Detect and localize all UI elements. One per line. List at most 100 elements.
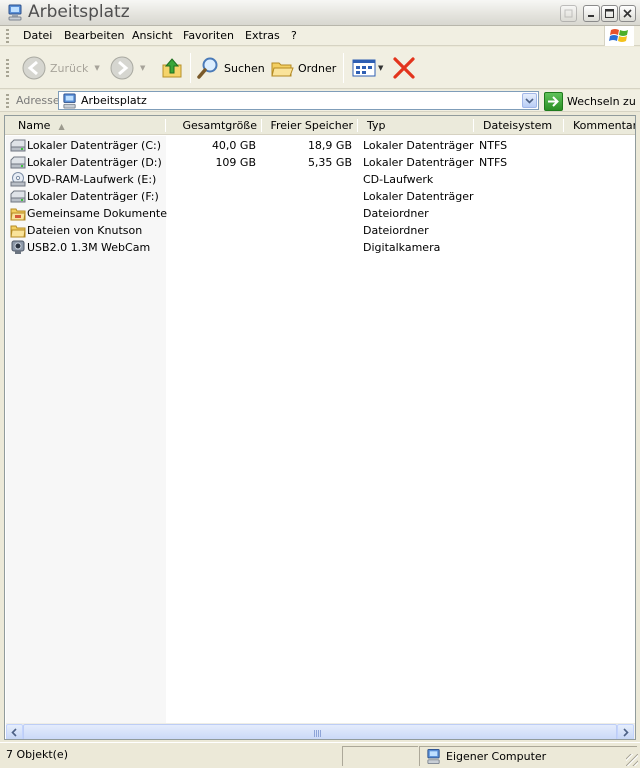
item-free: 18,9 GB [307, 139, 352, 152]
forward-button[interactable]: ▼ [110, 47, 145, 89]
minimize-button[interactable] [583, 5, 600, 22]
chevron-right-icon [623, 728, 629, 737]
status-zone-panel: Eigener Computer [419, 746, 637, 766]
status-zone-label: Eigener Computer [446, 750, 547, 763]
column-divider[interactable] [261, 119, 262, 132]
go-button[interactable]: Wechseln zu [544, 91, 636, 111]
maximize-button[interactable] [601, 5, 618, 22]
forward-arrow-icon [110, 56, 134, 80]
restore-disabled-icon [564, 9, 573, 18]
back-arrow-icon [22, 56, 46, 80]
menu-ansicht[interactable]: Ansicht [132, 29, 173, 42]
item-name: Lokaler Datenträger (F:) [27, 190, 159, 203]
address-bar: Adresse Arbeitsplatz Wechseln zu [0, 90, 640, 112]
back-dropdown-icon[interactable]: ▼ [94, 64, 99, 72]
drive-icon [10, 139, 26, 152]
menu-favoriten[interactable]: Favoriten [183, 29, 234, 42]
dvd-drive-icon [10, 172, 26, 187]
sort-ascending-icon: ▲ [58, 122, 65, 131]
folders-button[interactable]: Ordner [270, 47, 336, 89]
item-name: Gemeinsame Dokumente [27, 207, 167, 220]
address-dropdown-button[interactable] [522, 93, 537, 108]
search-label: Suchen [224, 61, 265, 75]
list-item[interactable]: Gemeinsame Dokumente Dateiordner [5, 205, 635, 222]
item-type: Lokaler Datenträger [363, 139, 474, 152]
maximize-icon [605, 9, 614, 18]
menu-help[interactable]: ? [291, 29, 297, 42]
list-item[interactable]: USB2.0 1.3M WebCam Digitalkamera [5, 239, 635, 256]
list-item[interactable]: DVD-RAM-Laufwerk (E:) CD-Laufwerk [5, 171, 635, 188]
column-header-filesystem[interactable]: Dateisystem [483, 116, 552, 135]
list-item[interactable]: Lokaler Datenträger (D:) 109 GB 5,35 GB … [5, 154, 635, 171]
back-button[interactable]: Zurück ▼ [22, 47, 100, 89]
item-type: Dateiordner [363, 224, 429, 237]
item-size: 109 GB [215, 156, 256, 169]
address-grip[interactable] [6, 94, 9, 108]
scroll-right-button[interactable] [617, 724, 634, 739]
menu-datei[interactable]: Datei [23, 29, 52, 42]
folder-up-icon [162, 58, 182, 78]
item-name: Lokaler Datenträger (C:) [27, 139, 162, 152]
delete-button[interactable] [392, 47, 416, 89]
column-divider[interactable] [165, 119, 166, 132]
column-divider[interactable] [473, 119, 474, 132]
horizontal-scrollbar[interactable] [6, 723, 635, 739]
drive-icon [10, 156, 26, 169]
column-header-comments[interactable]: Kommentare [573, 116, 635, 135]
menu-extras[interactable]: Extras [245, 29, 280, 42]
menu-grip[interactable] [6, 29, 9, 43]
go-arrow-icon [544, 91, 563, 111]
close-icon [623, 9, 632, 18]
chevron-left-icon [11, 728, 17, 737]
item-name: Dateien von Knutson [27, 224, 143, 237]
item-filesystem: NTFS [479, 139, 508, 152]
item-type: CD-Laufwerk [363, 173, 434, 186]
status-bar: 7 Objekt(e) Eigener Computer [0, 742, 640, 768]
toolbar-separator [343, 53, 344, 83]
shared-folder-icon [10, 208, 26, 221]
item-type: Lokaler Datenträger [363, 190, 474, 203]
address-field[interactable]: Arbeitsplatz [58, 91, 539, 110]
item-free: 5,35 GB [307, 156, 352, 169]
webcam-icon [11, 240, 25, 254]
views-dropdown-icon[interactable]: ▼ [378, 64, 383, 72]
views-button[interactable]: ▼ [352, 47, 383, 89]
toolbar-grip[interactable] [6, 59, 9, 77]
item-name: USB2.0 1.3M WebCam [27, 241, 151, 254]
folder-icon [10, 225, 26, 238]
list-item[interactable]: Lokaler Datenträger (F:) Lokaler Datentr… [5, 188, 635, 205]
column-header-type[interactable]: Typ [367, 116, 386, 135]
column-label: Name [18, 119, 51, 132]
item-name: Lokaler Datenträger (D:) [27, 156, 162, 169]
thumb-grip [314, 730, 322, 737]
close-button[interactable] [619, 5, 636, 22]
folders-label: Ordner [298, 61, 337, 75]
forward-dropdown-icon[interactable]: ▼ [140, 64, 145, 72]
scroll-left-button[interactable] [6, 724, 23, 739]
list-item[interactable]: Lokaler Datenträger (C:) 40,0 GB 18,9 GB… [5, 137, 635, 154]
item-name: DVD-RAM-Laufwerk (E:) [27, 173, 157, 186]
column-header-free[interactable]: Freier Speicher [264, 116, 353, 135]
search-icon [197, 57, 218, 79]
my-computer-icon [8, 4, 22, 21]
list-item[interactable]: Dateien von Knutson Dateiordner [5, 222, 635, 239]
column-header-size[interactable]: Gesamtgröße [168, 116, 257, 135]
title-bar[interactable]: Arbeitsplatz [0, 0, 640, 26]
up-folder-button[interactable] [160, 47, 184, 89]
search-button[interactable]: Suchen [196, 47, 265, 89]
window-title: Arbeitsplatz [28, 2, 130, 22]
column-header-name[interactable]: Name ▲ [18, 116, 65, 135]
folders-icon [271, 62, 294, 77]
scroll-thumb[interactable] [23, 724, 617, 739]
column-divider[interactable] [357, 119, 358, 132]
column-divider[interactable] [563, 119, 564, 132]
address-label: Adresse [16, 94, 60, 107]
menu-bearbeiten[interactable]: Bearbeiten [64, 29, 124, 42]
resize-grip[interactable] [626, 754, 638, 766]
chevron-down-icon [525, 98, 534, 104]
item-type: Lokaler Datenträger [363, 156, 474, 169]
windows-logo [604, 26, 634, 46]
file-list[interactable]: Name ▲ Gesamtgröße Freier Speicher Typ Da… [4, 115, 636, 740]
address-value: Arbeitsplatz [81, 94, 147, 107]
views-icon [352, 59, 376, 77]
